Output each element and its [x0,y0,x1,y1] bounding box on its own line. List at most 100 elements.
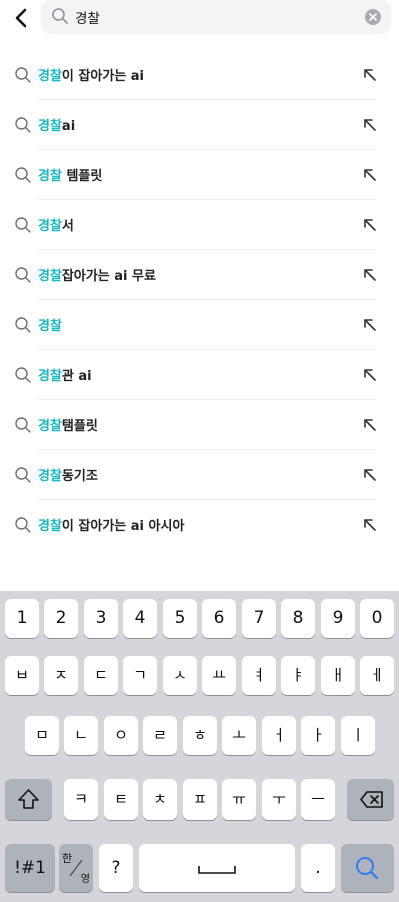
search-icon [15,217,31,233]
suggestion-text: 경찰 템플릿 [38,165,102,184]
arrow-up-left-icon[interactable] [363,68,377,82]
key-7[interactable]: 7 [242,599,276,638]
back-button[interactable] [10,4,34,32]
key-1[interactable]: 1 [5,599,39,638]
arrow-up-left-icon[interactable] [363,168,377,182]
key-ya[interactable]: ㅑ [281,656,315,695]
key-4[interactable]: 4 [123,599,157,638]
arrow-up-left-icon[interactable] [363,468,377,482]
suggestion-item[interactable]: 경찰 템플릿 [0,150,399,200]
key-bieup[interactable]: ㅂ [5,656,39,695]
key-3[interactable]: 3 [84,599,118,638]
suggestion-highlight: 경찰 [38,219,62,234]
language-key-bottom: 영 [80,874,90,885]
suggestion-text: 경찰이 잡아가는 ai 아시아 [38,515,184,534]
suggestion-highlight: 경찰 [38,119,62,134]
close-icon [369,13,377,21]
suggestion-rest: 잡아가는 ai 무료 [61,269,156,284]
key-2[interactable]: 2 [44,599,78,638]
key-0[interactable]: 0 [360,599,394,638]
language-key[interactable]: 한 영 [59,844,93,892]
arrow-up-left-icon[interactable] [363,318,377,332]
search-icon [15,467,31,483]
suggestion-item[interactable]: 경찰 [0,300,399,350]
key-giyeok[interactable]: ㄱ [123,656,157,695]
suggestion-item[interactable]: 경찰서 [0,200,399,250]
key-rieul[interactable]: ㄹ [143,716,177,755]
search-key[interactable] [341,844,394,892]
shift-key[interactable] [5,779,52,820]
key-mieum[interactable]: ㅁ [25,716,59,755]
arrow-up-left-icon[interactable] [363,268,377,282]
suggestion-rest: 템플릿 [61,169,103,184]
backspace-key[interactable] [347,779,394,820]
space-key[interactable] [139,844,295,892]
arrow-up-left-icon[interactable] [363,218,377,232]
key-o[interactable]: ㅗ [222,716,256,755]
suggestion-text: 경찰 [38,315,62,334]
arrow-up-left-icon[interactable] [363,518,377,532]
suggestion-highlight: 경찰 [38,269,62,284]
key-nieun[interactable]: ㄴ [64,716,98,755]
suggestion-rest: 탬플릿 [61,419,98,434]
arrow-up-left-icon[interactable] [363,118,377,132]
key-hieut[interactable]: ㅎ [183,716,217,755]
key-ieung[interactable]: ㅇ [104,716,138,755]
key-9[interactable]: 9 [321,599,355,638]
suggestion-highlight: 경찰 [38,369,62,384]
key-5[interactable]: 5 [163,599,197,638]
key-siot[interactable]: ㅅ [163,656,197,695]
search-icon [15,67,31,83]
key-yeo[interactable]: ㅕ [242,656,276,695]
period-key[interactable]: . [301,844,335,892]
key-8[interactable]: 8 [281,599,315,638]
suggestion-item[interactable]: 경찰잡아가는 ai 무료 [0,250,399,300]
arrow-up-left-icon[interactable] [363,368,377,382]
arrow-up-left-icon[interactable] [363,418,377,432]
key-u[interactable]: ㅜ [262,779,296,820]
search-bar[interactable] [41,0,391,34]
suggestion-item[interactable]: 경찰이 잡아가는 ai 아시아 [0,500,399,550]
search-icon [15,417,31,433]
suggestion-text: 경찰서 [38,215,74,234]
suggestion-item[interactable]: 경찰이 잡아가는 ai [0,50,399,100]
key-yo[interactable]: ㅛ [202,656,236,695]
key-jieut[interactable]: ㅈ [44,656,78,695]
key-eu[interactable]: ㅡ [301,779,335,820]
suggestion-item[interactable]: 경찰ai [0,100,399,150]
key-pieup[interactable]: ㅍ [183,779,217,820]
suggestion-item[interactable]: 경찰관 ai [0,350,399,400]
suggestion-highlight: 경찰 [38,69,62,84]
suggestion-highlight: 경찰 [38,469,62,484]
suggestion-text: 경찰관 ai [38,365,92,384]
search-icon [15,317,31,333]
key-ae[interactable]: ㅐ [321,656,355,695]
suggestion-rest: 이 잡아가는 ai 아시아 [61,519,185,534]
suggestion-item[interactable]: 경찰동기조 [0,450,399,500]
search-icon [15,267,31,283]
key-e[interactable]: ㅔ [360,656,394,695]
key-kieuk[interactable]: ㅋ [64,779,98,820]
key-a[interactable]: ㅏ [301,716,335,755]
search-icon [15,117,31,133]
key-6[interactable]: 6 [202,599,236,638]
suggestion-item[interactable]: 경찰탬플릿 [0,400,399,450]
clear-button[interactable] [365,9,381,25]
key-chieut[interactable]: ㅊ [143,779,177,820]
suggestion-text: 경찰동기조 [38,465,98,484]
key-i[interactable]: ㅣ [341,716,375,755]
suggestion-list: 경찰이 잡아가는 ai 경찰ai 경찰 템플릿 경찰서 경찰잡아가는 ai 무료… [0,50,399,550]
key-yu[interactable]: ㅠ [222,779,256,820]
keyboard: 1 2 3 4 5 6 7 8 9 0 ㅂ ㅈ ㄷ ㄱ ㅅ ㅛ ㅕ ㅑ ㅐ ㅔ … [0,591,399,902]
search-icon [15,167,31,183]
symbols-key[interactable]: !#1 [5,844,55,892]
search-input[interactable] [75,6,355,28]
key-eo[interactable]: ㅓ [262,716,296,755]
suggestion-highlight: 경찰 [38,519,62,534]
search-icon [356,857,379,880]
suggestion-highlight: 경찰 [38,419,62,434]
key-digeut[interactable]: ㄷ [84,656,118,695]
suggestion-text: 경찰이 잡아가는 ai [38,65,144,84]
key-tieut[interactable]: ㅌ [104,779,138,820]
question-key[interactable]: ? [99,844,133,892]
